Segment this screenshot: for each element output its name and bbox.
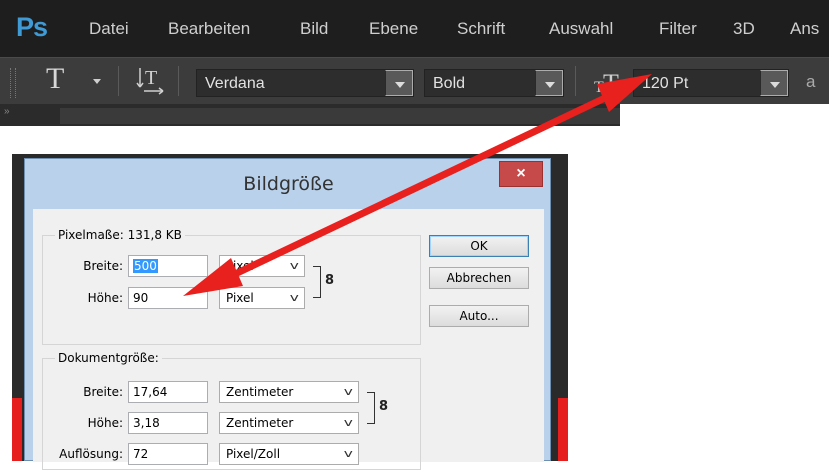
cancel-button[interactable]: Abbrechen [429,267,529,289]
collapse-chevron-icon[interactable]: » [4,106,10,117]
font-size-value: 120 Pt [642,75,689,92]
canvas-red-edge [558,398,568,461]
font-size-dropdown[interactable]: 120 Pt [633,69,789,97]
font-style-value: Bold [433,75,466,92]
pixel-width-value: 500 [133,259,158,273]
close-button[interactable]: × [499,161,543,187]
doc-width-unit-select[interactable]: Zentimeter v [219,381,359,403]
resolution-unit-select[interactable]: Pixel/Zoll v [219,443,359,465]
chain-link-icon: 8 [325,273,335,288]
constrain-bracket [367,392,375,424]
svg-text:T: T [603,69,619,96]
chevron-down-icon: v [290,259,300,272]
font-family-value: Verdana [205,75,265,92]
menu-bearbeiten[interactable]: Bearbeiten [168,19,250,39]
image-size-dialog: Bildgröße × Pixelmaße: 131,8 KB Breite: … [24,158,551,470]
chevron-down-icon: v [290,291,300,304]
menu-ebene[interactable]: Ebene [369,19,418,39]
pixel-height-input[interactable]: 90 [128,287,208,309]
type-tool-icon[interactable]: T [46,62,64,96]
chevron-down-icon[interactable] [385,70,413,96]
doc-height-label: Höhe: [87,416,123,430]
dialog-body: Pixelmaße: 131,8 KB Breite: 500 Pixel v … [33,209,544,470]
menu-bar: Ps Datei Bearbeiten Bild Ebene Schrift A… [0,0,829,57]
auto-button[interactable]: Auto... [429,305,529,327]
panel-strip: » [0,104,620,126]
tool-preset-arrow-icon[interactable] [93,79,101,84]
text-orientation-icon[interactable]: T [136,64,164,96]
font-family-dropdown[interactable]: Verdana [196,69,414,97]
separator [575,66,576,96]
resolution-unit-value: Pixel/Zoll [226,447,281,461]
pixel-height-unit-select[interactable]: Pixel v [219,287,305,309]
antialias-icon[interactable]: a [806,72,815,92]
menu-datei[interactable]: Datei [89,19,129,39]
constrain-bracket [313,266,321,298]
pixel-dimensions-legend: Pixelmaße: 131,8 KB [55,228,185,242]
menu-bild[interactable]: Bild [300,19,328,39]
separator [118,66,119,96]
chevron-down-icon: v [344,416,354,429]
pixel-width-input[interactable]: 500 [128,255,208,277]
pixel-width-unit-select[interactable]: Pixel v [219,255,305,277]
pixel-height-label: Höhe: [87,291,123,305]
svg-text:T: T [145,67,157,89]
doc-width-value: 17,64 [133,385,168,399]
resolution-label: Auflösung: [59,447,123,461]
font-size-icon: T T [594,69,619,96]
doc-width-input[interactable]: 17,64 [128,381,208,403]
doc-height-input[interactable]: 3,18 [128,412,208,434]
document-size-legend: Dokumentgröße: [55,351,162,365]
chevron-down-icon: v [344,385,354,398]
separator [178,66,179,96]
pixel-width-unit-value: Pixel [226,259,254,273]
dialog-title: Bildgröße [243,173,334,195]
document-tab-area [60,108,620,124]
resolution-input[interactable]: 72 [128,443,208,465]
photoshop-logo: Ps [16,12,48,42]
doc-height-value: 3,18 [133,416,160,430]
doc-width-label: Breite: [83,385,123,399]
menu-schrift[interactable]: Schrift [457,19,505,39]
menu-ansicht[interactable]: Ans [790,19,819,39]
resolution-value: 72 [133,447,149,461]
doc-height-unit-value: Zentimeter [226,416,294,430]
canvas-red-edge [12,398,22,461]
pixel-width-label: Breite: [83,259,123,273]
grip-handle[interactable] [10,68,16,98]
menu-3d[interactable]: 3D [733,19,755,39]
chain-link-icon: 8 [379,399,389,414]
pixel-height-unit-value: Pixel [226,291,254,305]
pixel-height-value: 90 [133,291,149,305]
font-style-dropdown[interactable]: Bold [424,69,564,97]
ok-button[interactable]: OK [429,235,529,257]
menu-auswahl[interactable]: Auswahl [549,19,613,39]
doc-width-unit-value: Zentimeter [226,385,294,399]
doc-height-unit-select[interactable]: Zentimeter v [219,412,359,434]
chevron-down-icon[interactable] [535,70,563,96]
options-bar: T T Verdana Bold T T 120 Pt a [0,57,829,104]
chevron-down-icon: v [344,447,354,460]
menu-filter[interactable]: Filter [659,19,697,39]
chevron-down-icon[interactable] [760,70,788,96]
